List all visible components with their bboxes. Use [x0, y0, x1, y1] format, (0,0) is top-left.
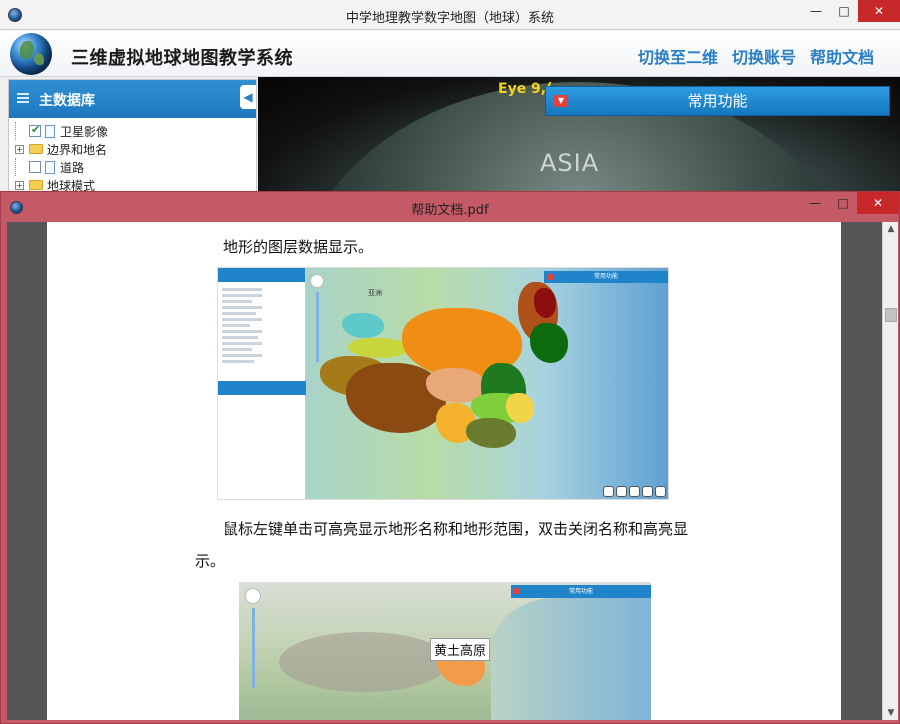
figure-terrain-layers: 亚洲 常用功能	[217, 267, 669, 500]
globe-logo-icon	[10, 33, 52, 75]
paragraph-click-highlight-line2: 示。	[195, 552, 226, 570]
figure-loess-plateau: 常用功能 黄土高原	[239, 582, 651, 720]
satellite-checkbox[interactable]	[29, 123, 41, 137]
collapse-panel-icon[interactable]: ◀	[240, 85, 256, 109]
figure-sidebar	[218, 268, 306, 499]
document-icon	[45, 124, 55, 138]
globe-3d-view[interactable]: Eye 9,( ASIA ▼ 常用功能	[258, 77, 900, 192]
loess-plateau-label: 黄土高原	[430, 638, 491, 661]
pdf-document-area[interactable]: 地形的图层数据显示。 亚洲 常用功能 鼠标左键单击可高亮显示地形名称和地形范围，…	[7, 222, 883, 720]
pdf-maximize-button[interactable]: □	[829, 192, 857, 214]
pdf-vertical-scrollbar[interactable]: ▲ ▼	[882, 222, 898, 720]
folder-icon	[29, 180, 43, 190]
figure2-common-bar: 常用功能	[511, 585, 651, 598]
layer-panel-title: 主数据库	[39, 93, 95, 109]
pdf-page: 地形的图层数据显示。 亚洲 常用功能 鼠标左键单击可高亮显示地形名称和地形范围，…	[47, 222, 841, 720]
app-header: 三维虚拟地球地图教学系统 切换至二维 切换账号 帮助文档	[0, 31, 900, 77]
figure-common-bar: 常用功能	[544, 271, 668, 283]
dropdown-icon: ▼	[554, 95, 568, 107]
common-functions-button[interactable]: ▼ 常用功能	[545, 86, 890, 116]
pdf-window-title: 帮助文档.pdf	[411, 203, 489, 218]
pdf-close-button[interactable]: ✕	[857, 192, 899, 214]
header-nav: 切换至二维 切换账号 帮助文档	[638, 44, 874, 68]
tree-item-borders[interactable]: + 边界和地名	[15, 140, 256, 158]
tree-item-satellite[interactable]: 卫星影像	[15, 122, 256, 140]
common-functions-label: 常用功能	[687, 92, 748, 110]
pdf-titlebar[interactable]: 帮助文档.pdf — □ ✕	[1, 192, 899, 222]
pdf-minimize-button[interactable]: —	[801, 192, 829, 214]
scroll-up-arrow-icon[interactable]: ▲	[883, 224, 899, 234]
close-button[interactable]: ✕	[858, 0, 900, 22]
help-docs-link[interactable]: 帮助文档	[810, 44, 874, 68]
layer-panel-header: 主数据库 ◀	[9, 80, 256, 118]
expand-icon[interactable]: +	[15, 144, 24, 154]
layer-panel: 主数据库 ◀ 卫星影像 + 边界和地名 道路 +	[8, 79, 257, 194]
app-title: 三维虚拟地球地图教学系统	[71, 48, 293, 69]
tree-item-label: 道路	[60, 160, 85, 175]
maximize-button[interactable]: □	[830, 0, 858, 22]
main-window-title: 中学地理教学数字地图（地球）系统	[345, 11, 554, 26]
minimize-button[interactable]: —	[802, 0, 830, 22]
pdf-viewer-window: 帮助文档.pdf — □ ✕ 地形的图层数据显示。 亚洲 常用功能 鼠标左键单击…	[0, 191, 900, 724]
scroll-down-arrow-icon[interactable]: ▼	[883, 708, 899, 718]
figure-asia-label: 亚洲	[368, 289, 382, 297]
scroll-thumb[interactable]	[885, 308, 897, 322]
figure-terrain-map: 亚洲 常用功能	[306, 268, 668, 499]
paragraph-terrain-layer: 地形的图层数据显示。	[223, 238, 374, 256]
layer-tree: 卫星影像 + 边界和地名 道路 + 地球模式	[9, 118, 256, 194]
figure-map-tools	[603, 486, 666, 497]
folder-icon	[29, 144, 43, 154]
list-icon	[17, 93, 29, 104]
paragraph-click-highlight-line1: 鼠标左键单击可高亮显示地形名称和地形范围，双击关闭名称和高亮显	[223, 520, 689, 538]
tree-item-label: 卫星影像	[60, 124, 109, 139]
expand-icon[interactable]: +	[15, 180, 24, 190]
document-icon	[45, 160, 55, 174]
roads-checkbox[interactable]	[29, 161, 41, 173]
switch-2d-link[interactable]: 切换至二维	[638, 44, 718, 68]
switch-account-link[interactable]: 切换账号	[732, 44, 796, 68]
asia-map-label: ASIA	[540, 149, 600, 177]
tree-item-roads[interactable]: 道路	[15, 158, 256, 176]
main-titlebar[interactable]: 中学地理教学数字地图（地球）系统 — □ ✕	[0, 0, 900, 30]
tree-item-label: 边界和地名	[47, 142, 108, 157]
